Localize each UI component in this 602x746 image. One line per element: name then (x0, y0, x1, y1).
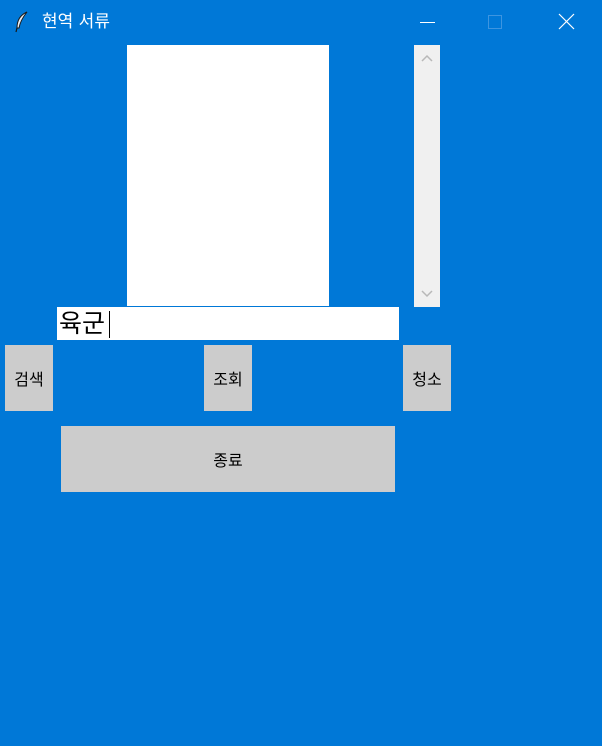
scroll-down-button[interactable] (414, 281, 440, 307)
maximize-icon (488, 15, 502, 29)
view-button[interactable]: 조회 (204, 345, 252, 411)
close-icon (558, 13, 575, 30)
result-listbox[interactable] (127, 45, 329, 306)
feather-icon (14, 11, 30, 33)
close-button[interactable] (543, 0, 589, 44)
exit-button[interactable]: 종료 (61, 426, 395, 492)
app-window: 현역 서류 육군 검색 조회 청소 종료 (0, 0, 602, 746)
clear-button[interactable]: 청소 (403, 345, 451, 411)
minimize-button[interactable] (404, 0, 450, 44)
listbox-scrollbar[interactable] (414, 45, 440, 307)
window-title: 현역 서류 (42, 12, 110, 32)
chevron-down-icon (421, 290, 433, 298)
text-caret (109, 311, 110, 338)
minimize-icon (420, 22, 435, 23)
maximize-button[interactable] (472, 0, 518, 44)
title-bar[interactable]: 현역 서류 (0, 0, 602, 44)
search-button[interactable]: 검색 (5, 345, 53, 411)
scroll-up-button[interactable] (414, 45, 440, 71)
chevron-up-icon (421, 54, 433, 62)
